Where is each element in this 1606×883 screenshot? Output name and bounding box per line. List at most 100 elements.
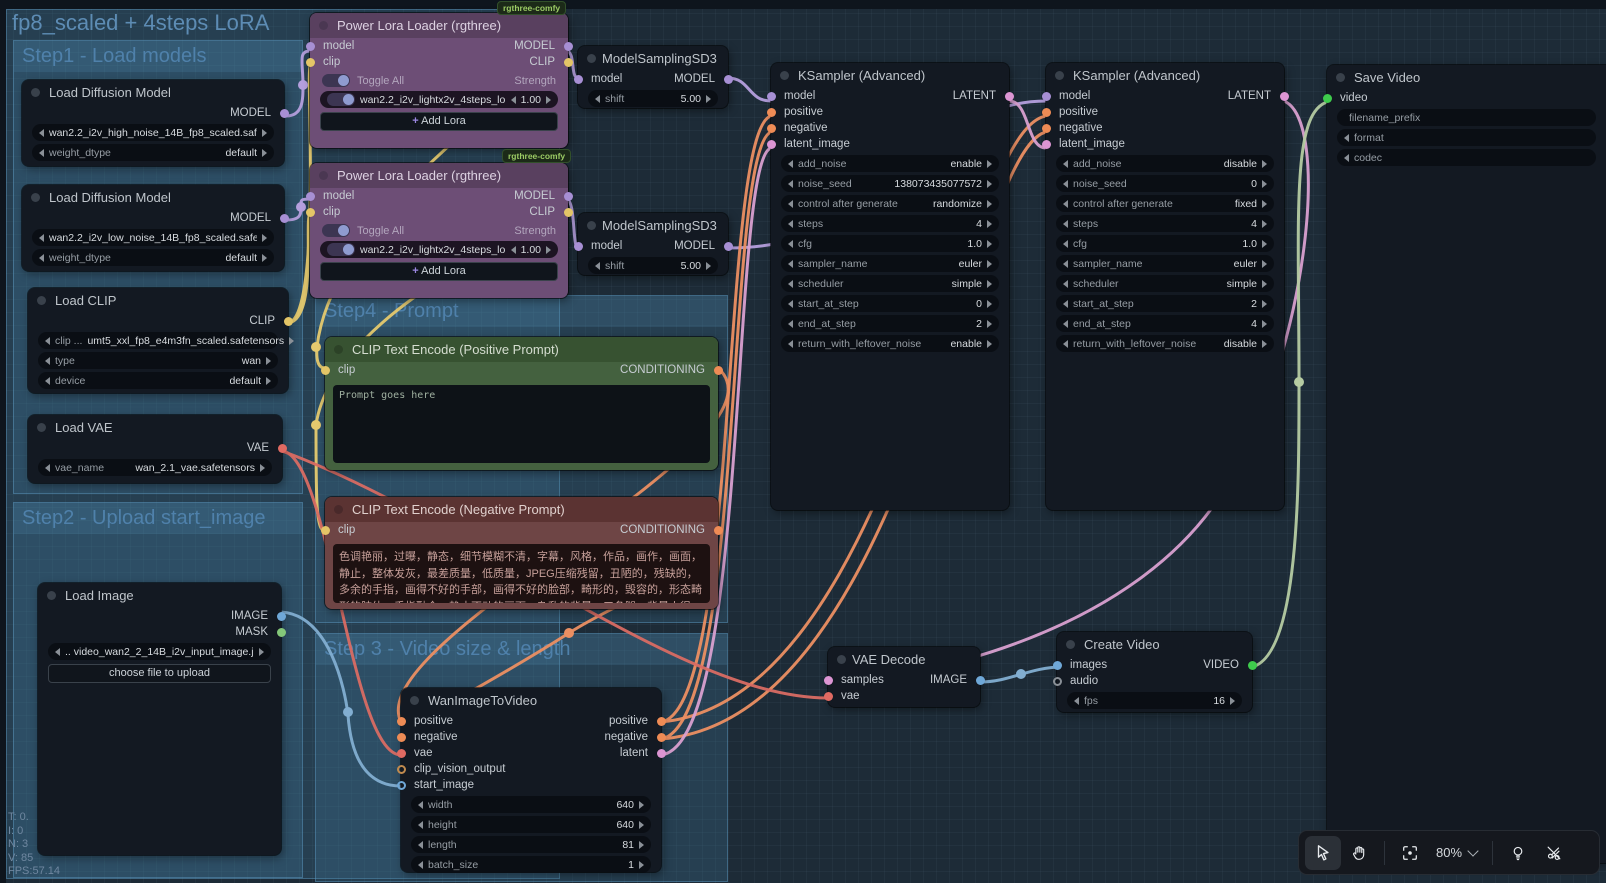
control-after-generate-combo[interactable]: control after generaterandomize [781, 195, 999, 212]
steps-combo[interactable]: steps4 [781, 215, 999, 232]
image-output-dot[interactable] [976, 676, 985, 685]
negative-input-dot[interactable] [1042, 124, 1051, 133]
collapse-dot-icon[interactable] [31, 193, 40, 202]
node-load-diffusion-1[interactable]: Load Diffusion Model MODEL wan2.2_i2v_hi… [22, 80, 284, 166]
node-load-vae[interactable]: Load VAE VAE vae_namewan_2.1_vae.safeten… [28, 415, 282, 483]
latent-output-dot[interactable] [1005, 92, 1014, 101]
mask-output-dot[interactable] [277, 628, 286, 637]
collapse-dot-icon[interactable] [587, 221, 596, 230]
node-wan-image-to-video[interactable]: WanImageToVideo positivepositive negativ… [401, 688, 661, 872]
collapse-dot-icon[interactable] [319, 171, 328, 180]
filename-prefix-input[interactable]: filename_prefix [1337, 109, 1596, 126]
negative-prompt-textarea[interactable]: 色调艳丽，过曝，静态，细节模糊不清，字幕，风格，作品，画作，画面，静止，整体发灰… [333, 544, 710, 603]
model-input-dot[interactable] [306, 192, 315, 201]
model-output-dot[interactable] [564, 42, 573, 51]
device-combo[interactable]: devicedefault [38, 372, 278, 389]
collapse-dot-icon[interactable] [319, 21, 328, 30]
node-model-sampling-sd3-2[interactable]: ModelSamplingSD3 modelMODEL shift5.00 [578, 213, 728, 275]
node-load-image[interactable]: Load Image IMAGE MASK .. video_wan2_2_14… [38, 583, 281, 855]
add-lora-button[interactable]: + Add Lora [320, 262, 558, 281]
prev-arrow-icon[interactable] [595, 95, 600, 103]
steps-combo[interactable]: steps4 [1056, 215, 1274, 232]
positive-input-dot[interactable] [767, 108, 776, 117]
prev-arrow-icon[interactable] [45, 464, 50, 472]
codec-combo[interactable]: codec [1337, 149, 1596, 166]
collapse-dot-icon[interactable] [1055, 71, 1064, 80]
length-combo[interactable]: length81 [411, 836, 651, 853]
pan-tool-button[interactable] [1341, 836, 1377, 870]
model-output-dot[interactable] [280, 109, 289, 118]
workflow-title[interactable]: fp8_scaled + 4steps LoRA [12, 10, 269, 36]
lora-toggle[interactable] [327, 93, 355, 106]
start-at-step-combo[interactable]: start_at_step0 [781, 295, 999, 312]
clip-output-dot[interactable] [284, 317, 293, 326]
add-noise-combo[interactable]: add_noiseenable [781, 155, 999, 172]
next-arrow-icon[interactable] [262, 254, 267, 262]
shift-combo[interactable]: shift5.00 [588, 257, 718, 274]
start-image-input-dot[interactable] [397, 781, 406, 790]
model-name-combo[interactable]: wan2.2_i2v_high_noise_14B_fp8_scaled.saf… [32, 124, 274, 141]
clip-vision-input-dot[interactable] [397, 765, 406, 774]
model-name-combo[interactable]: wan2.2_i2v_low_noise_14B_fp8_scaled.safe… [32, 229, 274, 246]
node-model-sampling-sd3-1[interactable]: ModelSamplingSD3 modelMODEL shift5.00 [578, 46, 728, 108]
batch-size-combo[interactable]: batch_size1 [411, 856, 651, 873]
positive-prompt-textarea[interactable]: Prompt goes here [333, 385, 710, 463]
model-input-dot[interactable] [1042, 92, 1051, 101]
node-load-clip[interactable]: Load CLIP CLIP clip ...umt5_xxl_fp8_e4m3… [28, 288, 288, 393]
image-output-dot[interactable] [277, 612, 286, 621]
vae-name-combo[interactable]: vae_namewan_2.1_vae.safetensors [38, 459, 272, 476]
model-input-dot[interactable] [574, 75, 583, 84]
next-arrow-icon[interactable] [262, 129, 267, 137]
prev-arrow-icon[interactable] [39, 149, 44, 157]
cfg-combo[interactable]: cfg1.0 [781, 235, 999, 252]
prev-arrow-icon[interactable] [39, 129, 44, 137]
collapse-dot-icon[interactable] [1066, 640, 1075, 649]
vae-input-dot[interactable] [397, 749, 406, 758]
video-input-dot[interactable] [1323, 94, 1332, 103]
images-input-dot[interactable] [1053, 661, 1062, 670]
width-combo[interactable]: width640 [411, 796, 651, 813]
node-save-video[interactable]: Save Video video filename_prefix format … [1327, 65, 1606, 863]
fps-combo[interactable]: fps16 [1067, 692, 1242, 709]
model-input-dot[interactable] [767, 92, 776, 101]
prev-arrow-icon[interactable] [39, 254, 44, 262]
comfyui-canvas[interactable]: fp8_scaled + 4steps LoRA Step1 - Load mo… [0, 0, 1606, 883]
return-with-leftover-noise-combo[interactable]: return_with_leftover_noiseenable [781, 335, 999, 352]
node-power-lora-loader-1[interactable]: Power Lora Loader (rgthree) modelMODEL c… [310, 13, 568, 148]
fit-view-button[interactable] [1392, 836, 1428, 870]
vae-output-dot[interactable] [278, 444, 287, 453]
group-step2-title[interactable]: Step2 - Upload start_image [14, 503, 302, 534]
prev-arrow-icon[interactable] [45, 337, 50, 345]
format-combo[interactable]: format [1337, 129, 1596, 146]
clip-name-combo[interactable]: clip ...umt5_xxl_fp8_e4m3fn_scaled.safet… [38, 332, 278, 349]
node-ksampler-advanced-1[interactable]: KSampler (Advanced) modelLATENT positive… [771, 63, 1009, 510]
image-file-combo[interactable]: .. video_wan2_2_14B_i2v_input_image.jpg [48, 643, 271, 660]
increment-icon[interactable] [546, 96, 551, 104]
prev-arrow-icon[interactable] [55, 648, 60, 656]
scheduler-combo[interactable]: schedulersimple [781, 275, 999, 292]
node-vae-decode[interactable]: VAE Decode samplesIMAGE vae [828, 647, 980, 707]
height-combo[interactable]: height640 [411, 816, 651, 833]
collapse-dot-icon[interactable] [334, 345, 343, 354]
group-step4-title[interactable]: Step4 - Prompt [316, 296, 727, 327]
prev-arrow-icon[interactable] [45, 377, 50, 385]
increment-icon[interactable] [546, 246, 551, 254]
clip-input-dot[interactable] [306, 58, 315, 67]
next-arrow-icon[interactable] [706, 262, 711, 270]
prev-arrow-icon[interactable] [595, 262, 600, 270]
collapse-dot-icon[interactable] [37, 296, 46, 305]
latent-output-dot[interactable] [657, 749, 666, 758]
weight-dtype-combo[interactable]: weight_dtypedefault [32, 144, 274, 161]
control-after-generate-combo[interactable]: control after generatefixed [1056, 195, 1274, 212]
lora-row[interactable]: wan2.2_i2v_lightx2v_4steps_lora_v...1.00 [320, 91, 558, 108]
sampler-name-combo[interactable]: sampler_nameeuler [781, 255, 999, 272]
prev-arrow-icon[interactable] [45, 357, 50, 365]
cfg-combo[interactable]: cfg1.0 [1056, 235, 1274, 252]
node-create-video[interactable]: Create Video imagesVIDEO audio fps16 [1057, 632, 1252, 712]
return-with-leftover-noise-combo[interactable]: return_with_leftover_noisedisable [1056, 335, 1274, 352]
collapse-dot-icon[interactable] [410, 696, 419, 705]
model-output-dot[interactable] [724, 242, 733, 251]
toggle-links-button[interactable] [1536, 836, 1572, 870]
next-arrow-icon[interactable] [262, 149, 267, 157]
latent-image-input-dot[interactable] [767, 140, 776, 149]
